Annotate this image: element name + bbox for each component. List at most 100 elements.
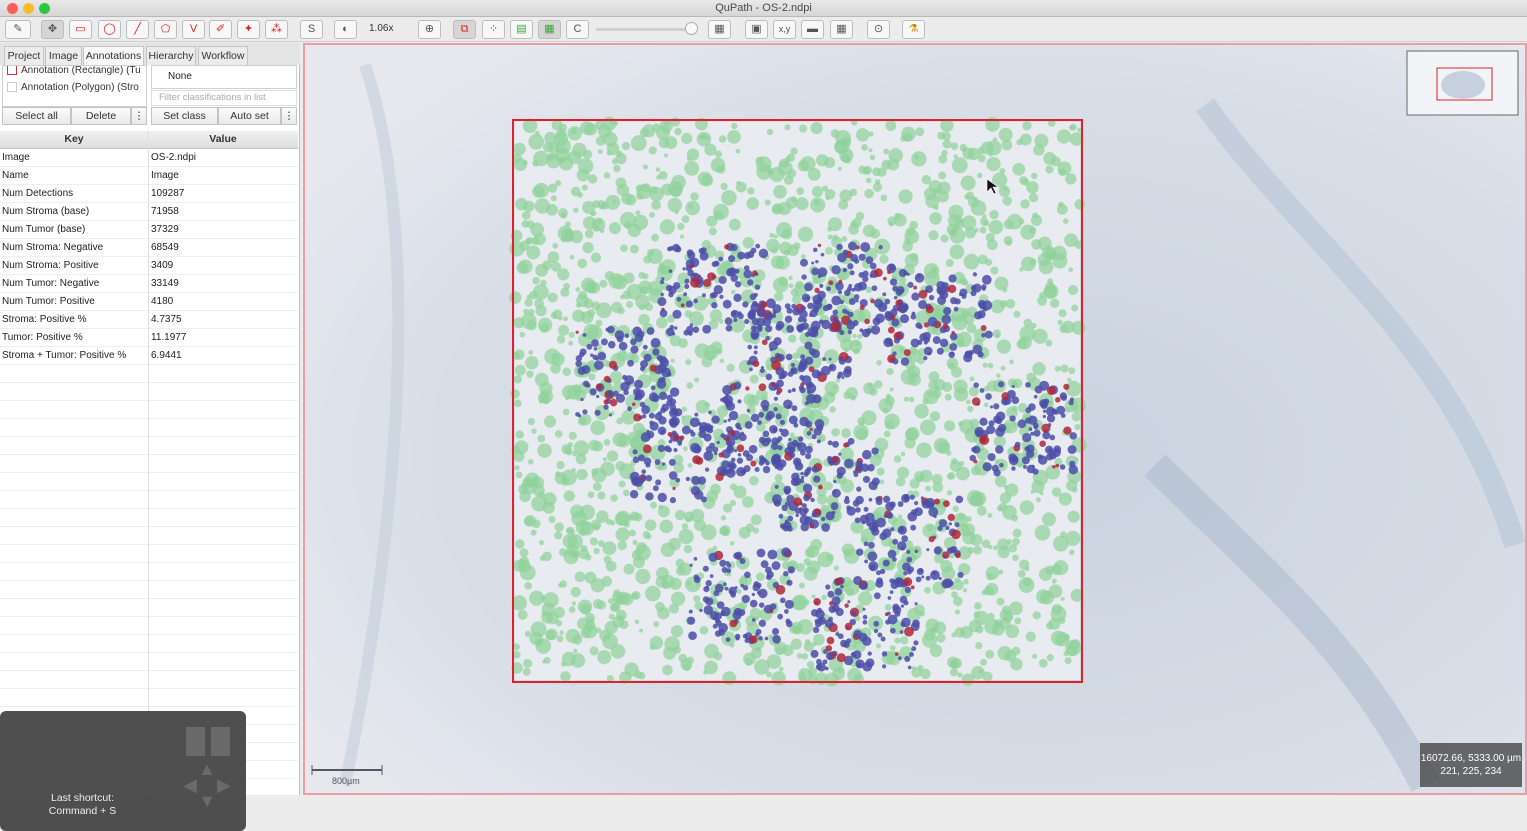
line-tool-icon[interactable]: ╱ (126, 20, 149, 39)
set-class-button[interactable]: Set class (151, 107, 218, 125)
measurement-table-icon[interactable]: ▦ (708, 20, 731, 39)
table-row[interactable]: Num Tumor: Positive 4180 (0, 293, 298, 311)
table-row[interactable]: Image OS-2.ndpi (0, 149, 298, 167)
tumor-detection (812, 306, 820, 313)
image-viewer[interactable]: 800µm 16072.66, 5333.00 µm 221, 225, 234 (303, 43, 1527, 795)
brush-tool-icon[interactable]: ✐ (209, 20, 232, 39)
select-all-button[interactable]: Select all (2, 107, 71, 125)
table-row[interactable]: Stroma: Positive % 4.7375 (0, 311, 298, 329)
table-row[interactable] (0, 527, 298, 545)
table-row[interactable] (0, 617, 298, 635)
opacity-slider[interactable] (596, 28, 696, 31)
table-row[interactable] (0, 383, 298, 401)
key-column-header[interactable]: Key (0, 131, 149, 149)
measure-icon[interactable]: ✎ (5, 20, 31, 39)
table-row[interactable] (0, 653, 298, 671)
table-row[interactable]: Num Stroma: Negative 68549 (0, 239, 298, 257)
stroma-detection (627, 431, 638, 442)
tumor-detection (757, 420, 762, 425)
zoom-window-button[interactable] (39, 3, 50, 14)
move-tool-icon[interactable]: ✥ (41, 20, 64, 39)
zoom-to-fit-icon[interactable]: ⊕ (418, 20, 441, 39)
more-options-icon[interactable]: ⋮ (131, 107, 147, 125)
table-row[interactable] (0, 491, 298, 509)
selection-mode-icon[interactable]: S (300, 20, 323, 39)
stroma-detection (583, 323, 600, 340)
show-tma-grid-icon[interactable]: ⁘ (482, 20, 505, 39)
auto-set-button[interactable]: Auto set (218, 107, 281, 125)
close-window-button[interactable] (7, 3, 18, 14)
table-row[interactable] (0, 689, 298, 707)
table-row[interactable]: Stroma + Tumor: Positive % 6.9441 (0, 347, 298, 365)
table-row[interactable]: Num Detections 109287 (0, 185, 298, 203)
classification-filter-input[interactable]: Filter classifications in list (151, 90, 297, 106)
table-row[interactable] (0, 545, 298, 563)
tab-project[interactable]: Project (4, 46, 44, 65)
table-row[interactable] (0, 437, 298, 455)
tumor-detection (758, 411, 765, 418)
table-row[interactable] (0, 509, 298, 527)
table-row[interactable] (0, 365, 298, 383)
stroma-detection (1038, 259, 1054, 275)
table-row[interactable]: Num Tumor (base) 37329 (0, 221, 298, 239)
table-row[interactable] (0, 455, 298, 473)
log-icon[interactable]: ⚗ (902, 20, 925, 39)
show-connections-icon[interactable]: C (566, 20, 589, 39)
value-column-header[interactable]: Value (149, 131, 297, 149)
tab-hierarchy[interactable]: Hierarchy (146, 46, 196, 65)
overview-icon[interactable]: ▣ (745, 20, 768, 39)
table-row[interactable] (0, 473, 298, 491)
show-annotations-icon[interactable]: ⧉ (453, 20, 476, 39)
stroma-detection (947, 471, 956, 480)
settings-icon[interactable]: ⊙ (867, 20, 890, 39)
stroma-detection (548, 183, 558, 193)
table-row[interactable]: Name Image (0, 167, 298, 185)
tab-annotations[interactable]: Annotations (83, 46, 144, 65)
table-row[interactable] (0, 401, 298, 419)
table-row[interactable]: Num Tumor: Negative 33149 (0, 275, 298, 293)
stroma-detection (610, 601, 621, 612)
table-row[interactable]: Num Stroma: Positive 3409 (0, 257, 298, 275)
class-options-icon[interactable]: ⋮ (281, 107, 297, 125)
minimize-window-button[interactable] (23, 3, 34, 14)
table-row[interactable] (0, 581, 298, 599)
polyline-tool-icon[interactable]: V (182, 20, 205, 39)
stroma-detection (985, 649, 995, 659)
tumor-detection (842, 368, 852, 378)
table-row[interactable] (0, 419, 298, 437)
table-row[interactable] (0, 671, 298, 689)
wand-tool-icon[interactable]: ✦ (237, 20, 260, 39)
annotation-list-item[interactable]: Annotation (Rectangle) (Tu (3, 66, 146, 79)
annotation-list[interactable]: Annotation (Rectangle) (Tu Annotation (P… (2, 65, 147, 107)
slide-image[interactable]: 800µm (305, 45, 1525, 793)
fill-detections-icon[interactable]: ▦ (538, 20, 561, 39)
tumor-detection (744, 318, 750, 325)
table-row[interactable]: Tumor: Positive % 11.1977 (0, 329, 298, 347)
cursor-location-icon[interactable]: x,y (773, 20, 796, 39)
points-tool-icon[interactable]: ⁂ (265, 20, 288, 39)
polygon-tool-icon[interactable]: ⬠ (154, 20, 177, 39)
scale-bar-icon[interactable]: ▬ (801, 20, 824, 39)
delete-button[interactable]: Delete (71, 107, 131, 125)
show-detections-icon[interactable]: ▤ (510, 20, 533, 39)
brightness-contrast-icon[interactable]: ◐ (334, 20, 357, 39)
table-row[interactable]: Num Stroma (base) 71958 (0, 203, 298, 221)
stroma-detection (560, 212, 567, 219)
stroma-detection (909, 478, 920, 489)
ellipse-tool-icon[interactable]: ◯ (98, 20, 121, 39)
table-row[interactable] (0, 635, 298, 653)
tumor-detection (820, 365, 831, 376)
stroma-detection (980, 658, 988, 666)
tumor-detection (964, 350, 973, 359)
stroma-detection (862, 224, 876, 238)
opacity-slider-knob[interactable] (685, 22, 698, 35)
tab-image[interactable]: Image (45, 46, 82, 65)
tab-workflow[interactable]: Workflow (198, 46, 248, 65)
classification-list[interactable]: None (151, 65, 297, 89)
stroma-detection (1048, 284, 1056, 293)
table-row[interactable] (0, 599, 298, 617)
grid-icon[interactable]: ▦ (830, 20, 853, 39)
table-row[interactable] (0, 563, 298, 581)
annotation-list-item[interactable]: Annotation (Polygon) (Stro (3, 79, 146, 96)
rectangle-tool-icon[interactable]: ▭ (69, 20, 92, 39)
